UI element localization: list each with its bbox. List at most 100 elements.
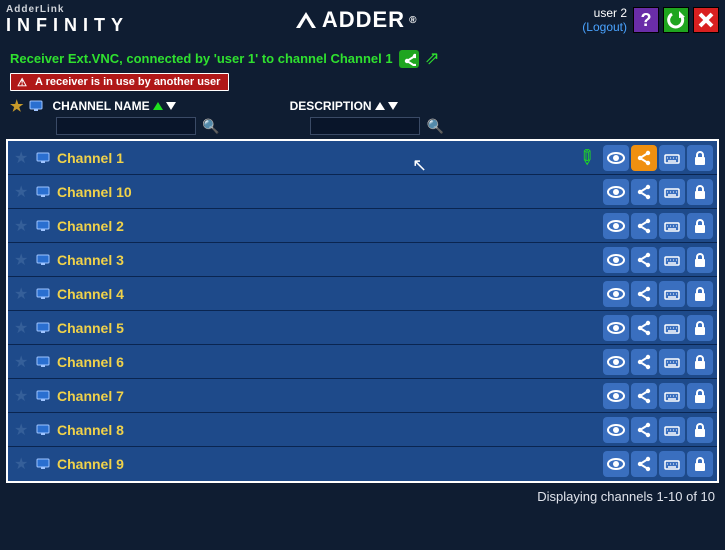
favorite-toggle[interactable]: ★ [14,318,30,338]
table-row: ★ Channel 6 [8,345,717,379]
description-search-icon[interactable]: 🔍 [426,118,443,135]
share-button[interactable] [631,417,657,443]
monitor-icon [36,356,51,368]
brand-logo: ADDER® [294,7,418,33]
private-button[interactable] [687,281,713,307]
channel-name[interactable]: Channel 1 [57,150,572,166]
favorite-toggle[interactable]: ★ [14,216,30,236]
description-filter-input[interactable] [310,117,420,135]
status-disconnect-button[interactable]: ⇗ [425,48,440,69]
private-button[interactable] [687,417,713,443]
favorite-toggle[interactable]: ★ [14,352,30,372]
private-button[interactable] [687,451,713,477]
table-row: ★ Channel 8 [8,413,717,447]
channel-name[interactable]: Channel 2 [57,218,597,234]
view-button[interactable] [603,315,629,341]
monitor-icon [36,322,51,334]
brand-product: AdderLink INFINITY [6,4,129,36]
share-button[interactable] [631,281,657,307]
favorite-toggle[interactable]: ★ [14,420,30,440]
channel-name[interactable]: Channel 6 [57,354,597,370]
monitor-icon [36,186,51,198]
control-button[interactable] [659,213,685,239]
connection-status: Receiver Ext.VNC, connected by 'user 1' … [10,51,393,66]
favorite-toggle[interactable]: ★ [14,284,30,304]
control-button[interactable] [659,383,685,409]
share-button[interactable] [631,315,657,341]
close-button[interactable] [693,7,719,33]
control-button[interactable] [659,145,685,171]
favorite-toggle[interactable]: ★ [14,250,30,270]
user-name: user 2 [582,6,627,20]
channel-filter-input[interactable] [56,117,196,135]
favorite-toggle[interactable]: ★ [14,182,30,202]
view-button[interactable] [603,417,629,443]
private-button[interactable] [687,315,713,341]
monitor-icon [36,458,51,470]
view-button[interactable] [603,213,629,239]
view-button[interactable] [603,145,629,171]
control-button[interactable] [659,451,685,477]
share-button[interactable] [631,349,657,375]
table-row: ★ Channel 3 [8,243,717,277]
brand-line1: AdderLink [6,4,129,15]
channel-name[interactable]: Channel 5 [57,320,597,336]
control-button[interactable] [659,349,685,375]
private-button[interactable] [687,145,713,171]
channel-name[interactable]: Channel 8 [57,422,597,438]
user-block: user 2 (Logout) [582,6,627,34]
favorite-column-icon[interactable]: ★ [10,97,23,115]
channel-name[interactable]: Channel 3 [57,252,597,268]
share-button[interactable] [631,383,657,409]
favorite-toggle[interactable]: ★ [14,386,30,406]
close-icon [697,11,715,29]
share-button[interactable] [631,145,657,171]
table-row: ★ Channel 7 [8,379,717,413]
control-button[interactable] [659,179,685,205]
view-button[interactable] [603,349,629,375]
view-button[interactable] [603,179,629,205]
private-button[interactable] [687,247,713,273]
favorite-toggle[interactable]: ★ [14,148,30,168]
favorite-toggle[interactable]: ★ [14,454,30,474]
channel-sort-desc[interactable] [166,102,176,110]
view-button[interactable] [603,451,629,477]
view-button[interactable] [603,281,629,307]
private-button[interactable] [687,179,713,205]
view-button[interactable] [603,247,629,273]
control-button[interactable] [659,315,685,341]
monitor-icon [36,288,51,300]
table-row: ★ Channel 2 [8,209,717,243]
share-button[interactable] [631,179,657,205]
private-button[interactable] [687,383,713,409]
private-button[interactable] [687,349,713,375]
pagination-status: Displaying channels 1-10 of 10 [0,483,725,504]
channel-search-icon[interactable]: 🔍 [202,118,219,135]
control-button[interactable] [659,417,685,443]
channel-sort-asc[interactable] [153,102,163,110]
channel-table: ★ Channel 1✎ ★ Channel 10 ★ Channel 2 ★ Channel… [6,139,719,483]
channel-name[interactable]: Channel 9 [57,456,597,472]
help-button[interactable]: ? [633,7,659,33]
edit-icon[interactable]: ✎ [572,143,602,173]
refresh-button[interactable] [663,7,689,33]
table-row: ★ Channel 1✎ [8,141,717,175]
description-sort-desc[interactable] [388,102,398,110]
channel-name[interactable]: Channel 10 [57,184,597,200]
table-row: ★ Channel 5 [8,311,717,345]
channel-name[interactable]: Channel 4 [57,286,597,302]
table-row: ★ Channel 4 [8,277,717,311]
view-button[interactable] [603,383,629,409]
control-button[interactable] [659,281,685,307]
status-share-button[interactable] [399,50,419,68]
share-button[interactable] [631,247,657,273]
control-button[interactable] [659,247,685,273]
warning-text: A receiver is in use by another user [35,76,220,88]
logout-link[interactable]: (Logout) [582,20,627,34]
monitor-column-icon[interactable] [29,100,44,112]
share-button[interactable] [631,213,657,239]
share-button[interactable] [631,451,657,477]
channel-name[interactable]: Channel 7 [57,388,597,404]
private-button[interactable] [687,213,713,239]
description-sort-asc[interactable] [375,102,385,110]
